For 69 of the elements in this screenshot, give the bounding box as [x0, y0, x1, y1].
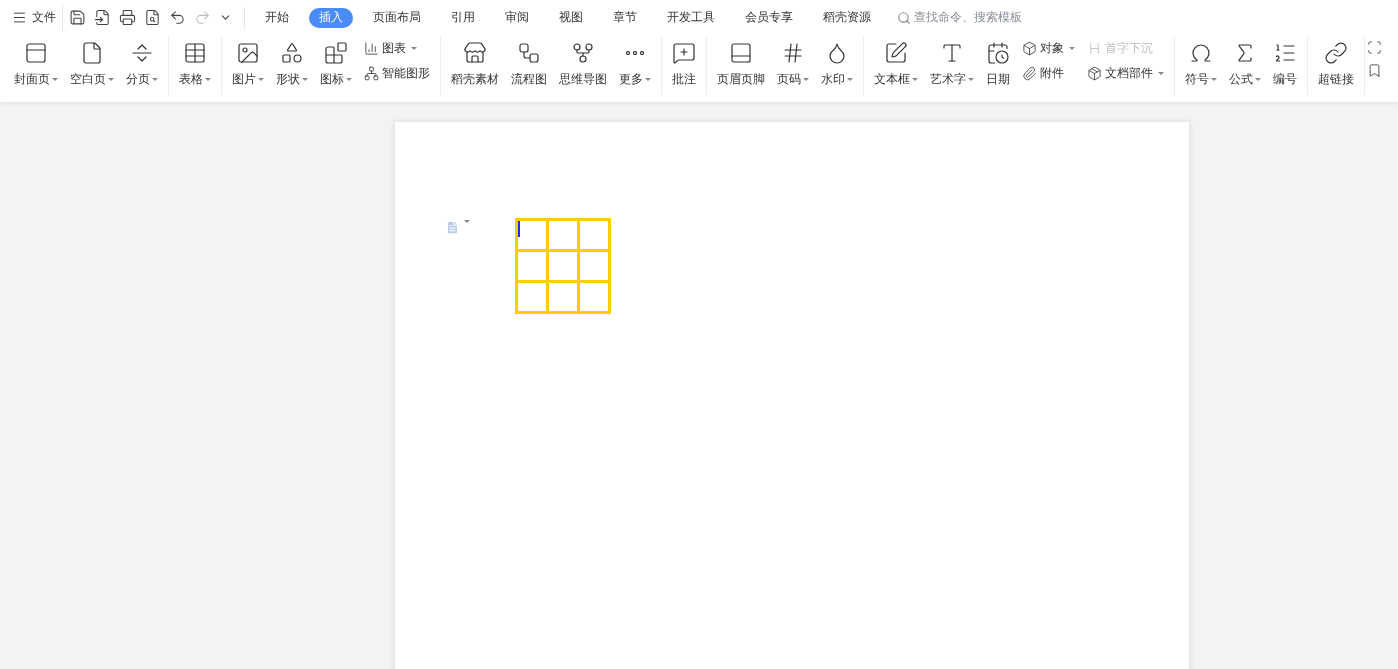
- omega-icon: [1189, 41, 1213, 65]
- ribbon-button[interactable]: 对象: [1020, 40, 1077, 57]
- shapes-icon: [280, 41, 304, 65]
- menu-icon: [12, 10, 27, 25]
- ribbon-button[interactable]: 艺术字: [928, 37, 976, 92]
- cube-icon: [1022, 41, 1037, 56]
- ribbon-button[interactable]: 公式: [1227, 37, 1263, 92]
- ribbon-button[interactable]: 水印: [819, 37, 855, 92]
- ribbon-button[interactable]: 稻壳素材: [449, 37, 501, 92]
- ribbon-button[interactable]: 形状: [274, 37, 310, 92]
- ribbon-button[interactable]: 更多: [617, 37, 653, 92]
- ribbon-button[interactable]: 文档部件: [1085, 65, 1166, 82]
- ribbon-button[interactable]: 分页: [124, 37, 160, 92]
- ribbon-button[interactable]: 封面页: [12, 37, 60, 92]
- blank-page-icon: [80, 41, 104, 65]
- file-menu[interactable]: 文件: [12, 4, 63, 31]
- text-cursor: [518, 221, 520, 237]
- ribbon-button[interactable]: 编号: [1271, 37, 1299, 92]
- ribbon-button[interactable]: 图片: [230, 37, 266, 92]
- print-icon[interactable]: [117, 9, 138, 26]
- package-icon: [1087, 66, 1102, 81]
- ribbon-tab[interactable]: 视图: [549, 7, 593, 28]
- ribbon-button[interactable]: 页码: [775, 37, 811, 92]
- bookmark-icon: [1367, 63, 1382, 78]
- page-layout-icon: [729, 41, 753, 65]
- save-icon[interactable]: [67, 9, 88, 26]
- ribbon-tab[interactable]: 开始: [255, 7, 299, 28]
- store-icon: [463, 41, 487, 65]
- blocks-icon: [324, 41, 348, 65]
- ribbon-button[interactable]: 页眉页脚: [715, 37, 767, 92]
- ribbon-button[interactable]: 空白页: [68, 37, 116, 92]
- paperclip-icon: [1022, 66, 1037, 81]
- ribbon-tab[interactable]: 审阅: [495, 7, 539, 28]
- ribbon-tab[interactable]: 章节: [603, 7, 647, 28]
- comment-icon: [672, 41, 696, 65]
- ribbon-button[interactable]: 批注: [670, 37, 698, 92]
- ribbon-button[interactable]: 思维导图: [557, 37, 609, 92]
- ribbon-tab[interactable]: 引用: [441, 7, 485, 28]
- branch-icon: [571, 41, 595, 65]
- link-icon: [1324, 41, 1348, 65]
- flowchart-icon: [517, 41, 541, 65]
- text-box-icon: [884, 41, 908, 65]
- ribbon-button[interactable]: 智能图形: [362, 65, 432, 82]
- ribbon-button[interactable]: 日期: [984, 37, 1012, 92]
- table-icon: [183, 41, 207, 65]
- search-icon: [897, 10, 911, 25]
- image-icon: [236, 41, 260, 65]
- ribbon-tab[interactable]: 会员专享: [735, 7, 803, 28]
- ribbon-button[interactable]: 符号: [1183, 37, 1219, 92]
- letter-icon: [940, 41, 964, 65]
- ribbon-tab[interactable]: 开发工具: [657, 7, 725, 28]
- ribbon-button[interactable]: 表格: [177, 37, 213, 92]
- ribbon-button[interactable]: 文本框: [872, 37, 920, 92]
- ribbon-button[interactable]: 流程图: [509, 37, 549, 92]
- calendar-icon: [986, 41, 1010, 65]
- ribbon-button[interactable]: 图表: [362, 40, 432, 57]
- ribbon-button[interactable]: 超链接: [1316, 37, 1356, 92]
- diagram-icon: [364, 66, 379, 81]
- more-icon: [625, 51, 645, 55]
- frame-icon: [1367, 40, 1382, 55]
- ribbon-tab[interactable]: 稻壳资源: [813, 7, 881, 28]
- heading-icon: [1087, 41, 1102, 56]
- bar-chart-icon: [364, 41, 379, 56]
- ribbon-tab[interactable]: 页面布局: [363, 7, 431, 28]
- cover-page-icon: [24, 41, 48, 65]
- ribbon-button[interactable]: 附件: [1020, 65, 1077, 82]
- ribbon-button[interactable]: [1365, 40, 1384, 55]
- numbered-list-icon: [1273, 41, 1297, 65]
- ribbon-button[interactable]: 图标: [318, 37, 354, 92]
